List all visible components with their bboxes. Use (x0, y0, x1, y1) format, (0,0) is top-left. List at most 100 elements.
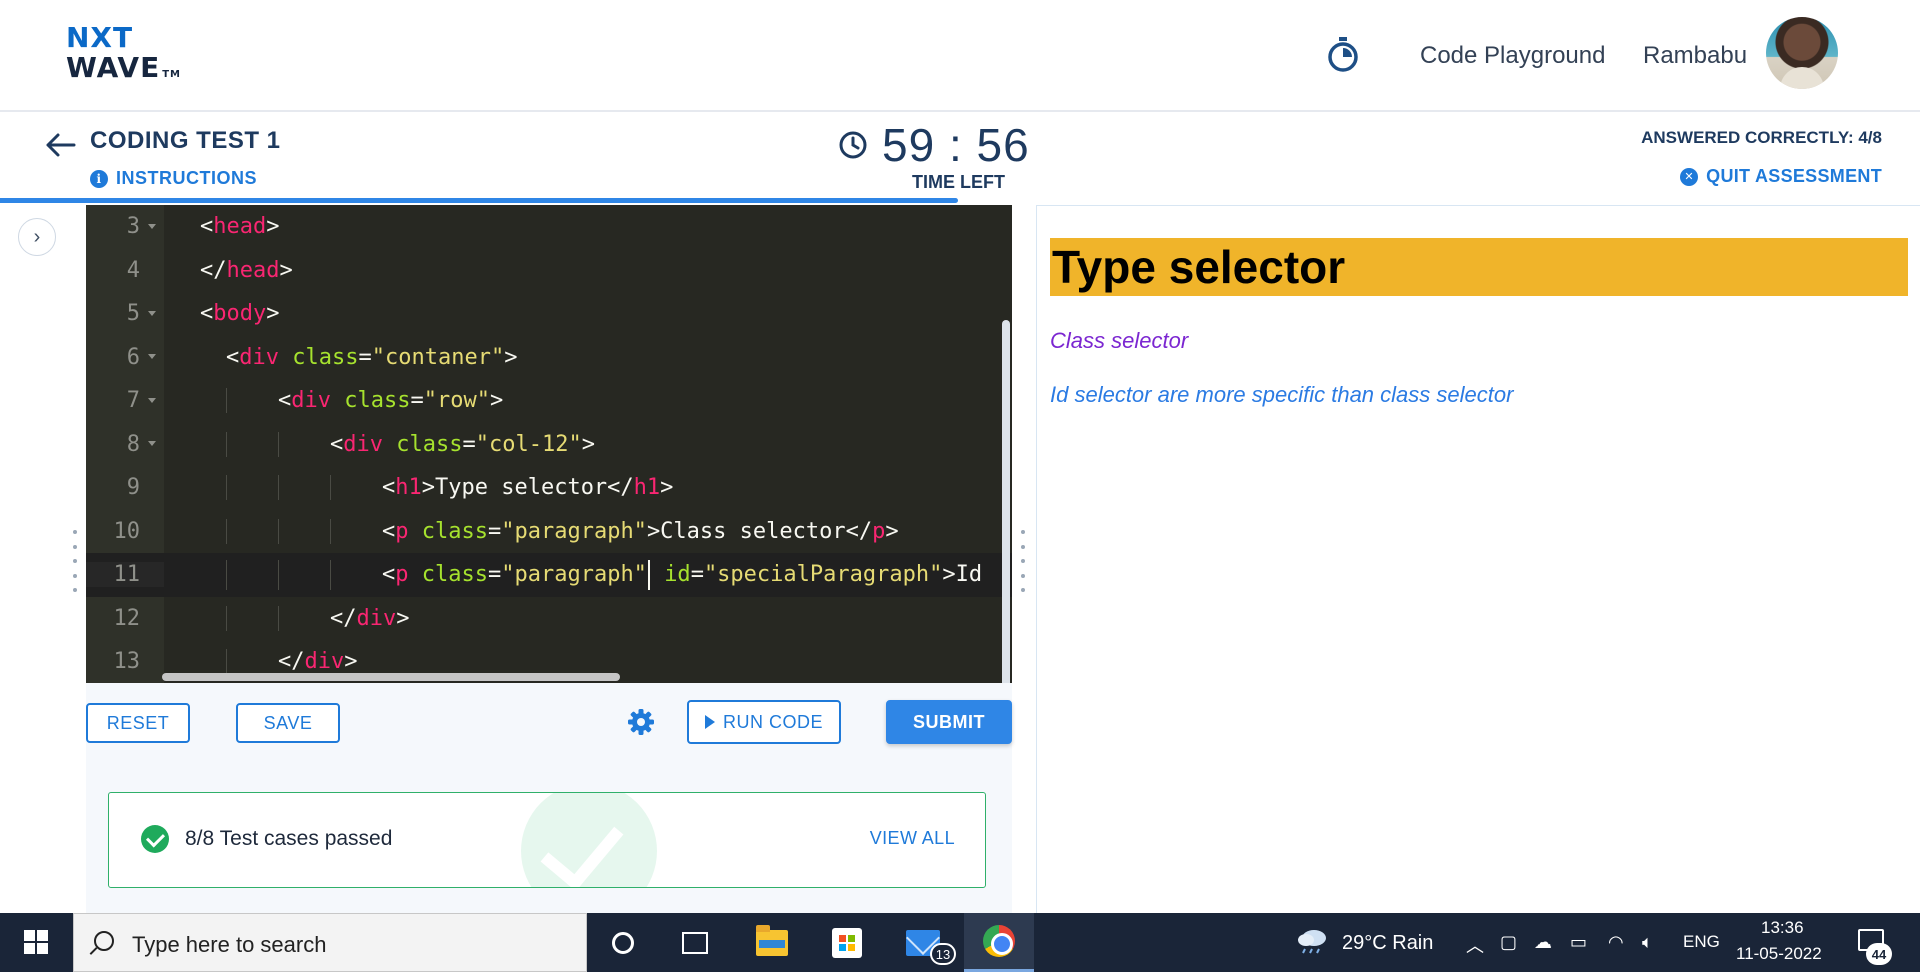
chrome-icon (983, 925, 1015, 957)
preview-paragraph-class: Class selector (1050, 328, 1189, 353)
system-date[interactable]: 11-05-2022 (1736, 944, 1822, 964)
username[interactable]: Rambabu (1643, 42, 1747, 70)
check-circle-icon (141, 825, 169, 853)
meet-now-icon[interactable]: ▢ (1500, 932, 1517, 953)
check-watermark-icon (521, 793, 657, 887)
system-time[interactable]: 13:36 (1761, 918, 1804, 938)
nxtwave-logo[interactable]: NXT WAVE TM (66, 24, 181, 82)
chevron-up-icon[interactable]: ︿ (1466, 932, 1484, 958)
search-placeholder: Type here to search (132, 932, 327, 957)
code-editor[interactable]: 3 <head> 4 </head> 5 <body> 6 <div class… (86, 205, 1012, 683)
code-line[interactable]: 7 <div class="row"> (86, 379, 1012, 423)
output-preview: Type selector Class selector Id selector… (1036, 205, 1920, 913)
code-playground-link[interactable]: Code Playground (1420, 42, 1605, 70)
top-header: NXT WAVE TM Code Playground Rambabu (0, 0, 1920, 112)
weather-text[interactable]: 29°C Rain (1342, 932, 1433, 955)
clock-icon (839, 131, 867, 159)
instructions-label: INSTRUCTIONS (116, 168, 257, 188)
close-circle-icon: ✕ (1680, 167, 1699, 186)
run-code-button[interactable]: RUN CODE (687, 700, 841, 744)
logo-line-2: WAVE (66, 51, 161, 84)
code-line[interactable]: 12 </div> (86, 597, 1012, 641)
folder-icon (756, 924, 788, 956)
code-line-active[interactable]: 11 <p class="paragraph" id="specialParag… (86, 553, 1012, 597)
line-number: 7 (126, 388, 140, 414)
line-number: 4 (126, 257, 140, 283)
search-icon (94, 931, 114, 951)
test-result-card: 8/8 Test cases passed VIEW ALL (108, 792, 986, 888)
wifi-icon[interactable]: ◠ (1608, 932, 1624, 953)
microsoft-store-button[interactable] (812, 913, 882, 972)
taskbar-search-box[interactable]: Type here to search (73, 913, 587, 972)
line-number: 12 (113, 605, 141, 631)
test-header: CODING TEST 1 i INSTRUCTIONS 59 : 56 TIM… (0, 114, 1920, 204)
line-number: 3 (126, 214, 140, 240)
windows-start-icon[interactable] (24, 930, 48, 954)
countdown-timer: 59 : 56 (882, 119, 1030, 171)
line-number: 9 (126, 475, 140, 501)
right-resize-handle[interactable] (1020, 530, 1026, 592)
line-number: 13 (113, 649, 141, 675)
gear-icon[interactable] (626, 707, 656, 737)
quit-assessment-button[interactable]: ✕ QUIT ASSESSMENT (1680, 166, 1882, 187)
quit-label: QUIT ASSESSMENT (1706, 166, 1882, 186)
answered-correctly: ANSWERED CORRECTLY: 4/8 (1641, 128, 1882, 147)
test-progress-bar (0, 198, 958, 203)
code-line[interactable]: 4 </head> (86, 249, 1012, 293)
task-view-button[interactable] (660, 913, 730, 972)
line-number: 10 (113, 518, 141, 544)
code-line[interactable]: 6 <div class="contaner"> (86, 336, 1012, 380)
test-result-text: 8/8 Test cases passed (185, 827, 393, 850)
avatar[interactable] (1766, 17, 1838, 89)
run-code-label: RUN CODE (722, 711, 823, 732)
save-button[interactable]: SAVE (236, 703, 340, 743)
info-icon: i (90, 169, 108, 188)
notification-badge: 44 (1866, 943, 1892, 965)
left-resize-handle[interactable] (72, 530, 78, 592)
fold-arrow-icon[interactable] (148, 310, 156, 316)
battery-icon[interactable]: ▭ (1570, 932, 1587, 953)
cloud-offline-icon[interactable]: ☁ (1534, 932, 1552, 953)
cortana-icon (612, 931, 634, 954)
line-number: 6 (126, 344, 140, 370)
fold-arrow-icon[interactable] (148, 354, 156, 360)
time-left-label: TIME LEFT (912, 172, 1005, 192)
language-indicator[interactable]: ENG (1683, 932, 1720, 952)
chevron-right-icon: › (33, 225, 41, 248)
submit-button[interactable]: SUBMIT (886, 700, 1012, 744)
windows-taskbar: Type here to search 13 29°C Rain ︿ ▢ ☁ ▭… (0, 913, 1920, 972)
line-number: 5 (126, 301, 140, 327)
rain-cloud-icon[interactable] (1296, 927, 1330, 955)
mail-badge: 13 (930, 943, 956, 965)
logo-trademark: TM (162, 69, 181, 80)
volume-icon[interactable]: 🔈︎ (1642, 932, 1653, 953)
horizontal-scrollbar[interactable] (162, 673, 620, 681)
stopwatch-icon[interactable] (1326, 36, 1360, 74)
store-icon (832, 927, 862, 958)
text-cursor (647, 559, 650, 590)
test-title: CODING TEST 1 (90, 127, 281, 154)
view-all-link[interactable]: VIEW ALL (870, 828, 955, 849)
chrome-button[interactable] (964, 913, 1034, 972)
fold-arrow-icon[interactable] (148, 397, 156, 403)
back-arrow-icon[interactable] (44, 130, 78, 160)
reset-button[interactable]: RESET (86, 703, 190, 743)
task-view-icon (682, 931, 708, 954)
cortana-button[interactable] (588, 913, 658, 972)
play-icon (704, 715, 715, 729)
instructions-link[interactable]: i INSTRUCTIONS (90, 168, 257, 189)
code-line[interactable]: 10 <p class="paragraph">Class selector</… (86, 510, 1012, 554)
preview-paragraph-id: Id selector are more specific than class… (1050, 382, 1514, 407)
line-number: 8 (126, 431, 140, 457)
logo-line-1: NXT (66, 21, 134, 54)
fold-arrow-icon[interactable] (148, 223, 156, 229)
code-line[interactable]: 8 <div class="col-12"> (86, 423, 1012, 467)
file-explorer-button[interactable] (737, 913, 807, 972)
code-line[interactable]: 3 <head> (86, 205, 1012, 249)
code-line[interactable]: 9 <h1>Type selector</h1> (86, 466, 1012, 510)
fold-arrow-icon[interactable] (148, 441, 156, 447)
code-line[interactable]: 5 <body> (86, 292, 1012, 336)
line-number: 11 (113, 562, 141, 588)
expand-sidebar-button[interactable]: › (18, 218, 56, 256)
preview-heading: Type selector (1050, 238, 1908, 296)
